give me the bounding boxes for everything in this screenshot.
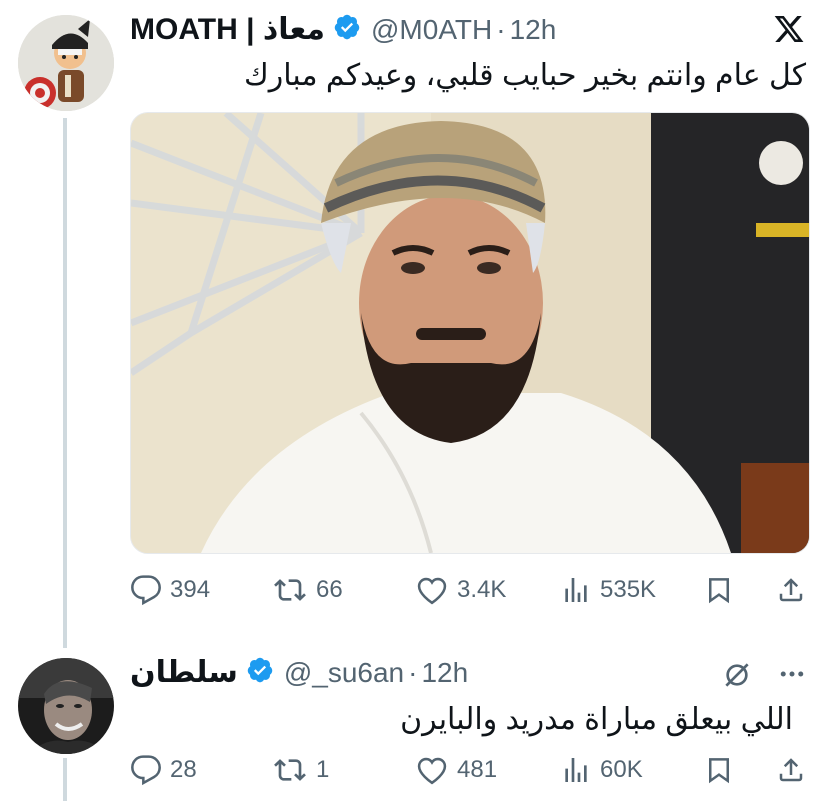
views-button[interactable]: 535K — [560, 574, 656, 606]
share-icon — [779, 578, 803, 602]
views-icon — [565, 578, 587, 602]
repost-button[interactable]: 1 — [272, 754, 329, 786]
share-button[interactable] — [776, 574, 814, 606]
tweet-photo[interactable] — [130, 112, 810, 554]
repost-icon — [274, 759, 306, 781]
reply-icon — [131, 575, 161, 606]
share-icon — [779, 758, 803, 782]
thread-line-top — [63, 118, 67, 648]
views-count: 60K — [600, 756, 643, 783]
like-count: 3.4K — [457, 576, 507, 603]
views-icon — [565, 758, 587, 782]
display-name[interactable]: MOATH | معاذ — [130, 12, 325, 47]
x-logo-icon[interactable] — [772, 13, 806, 50]
like-icon — [417, 757, 447, 785]
author-row: سلطان @_su6an · 12h — [130, 655, 468, 690]
like-count: 481 — [457, 756, 498, 783]
like-icon — [417, 577, 447, 605]
reply-icon — [131, 755, 161, 786]
reply-count: 394 — [170, 576, 211, 603]
separator: · — [408, 656, 418, 688]
hidden-icon[interactable] — [720, 659, 754, 696]
bookmark-icon — [709, 758, 729, 784]
repost-button[interactable]: 66 — [272, 574, 343, 606]
tweet-text: كل عام وانتم بخير حبايب قلبي، وعيدكم مبا… — [244, 59, 806, 92]
repost-icon — [274, 579, 306, 601]
repost-count: 66 — [316, 576, 343, 603]
timestamp[interactable]: 12h — [510, 14, 557, 46]
share-button[interactable] — [776, 754, 814, 786]
separator: · — [496, 13, 506, 45]
more-icon[interactable] — [776, 659, 808, 694]
reply-count: 28 — [170, 756, 197, 783]
avatar[interactable] — [18, 15, 114, 111]
bookmark-icon — [709, 578, 729, 604]
verified-badge-icon — [246, 656, 274, 689]
views-count: 535K — [600, 576, 657, 603]
bookmark-button[interactable] — [704, 754, 742, 786]
like-button[interactable]: 3.4K — [415, 574, 506, 606]
handle[interactable]: @_su6an — [284, 657, 404, 689]
like-button[interactable]: 481 — [415, 754, 497, 786]
bookmark-button[interactable] — [704, 574, 742, 606]
reply-button[interactable]: 394 — [130, 574, 210, 606]
handle[interactable]: @M0ATH — [371, 14, 492, 46]
display-name[interactable]: سلطان — [130, 655, 238, 690]
reply-button[interactable]: 28 — [130, 754, 197, 786]
thread-line-bottom — [63, 758, 67, 801]
timestamp[interactable]: 12h — [421, 657, 468, 689]
views-button[interactable]: 60K — [560, 754, 643, 786]
avatar[interactable] — [18, 658, 114, 754]
tweet-text: اللي بيعلق مباراة مدريد والبايرن — [400, 703, 793, 736]
author-row: MOATH | معاذ @M0ATH · 12h — [130, 12, 556, 47]
repost-count: 1 — [316, 756, 330, 783]
verified-badge-icon — [333, 13, 361, 46]
